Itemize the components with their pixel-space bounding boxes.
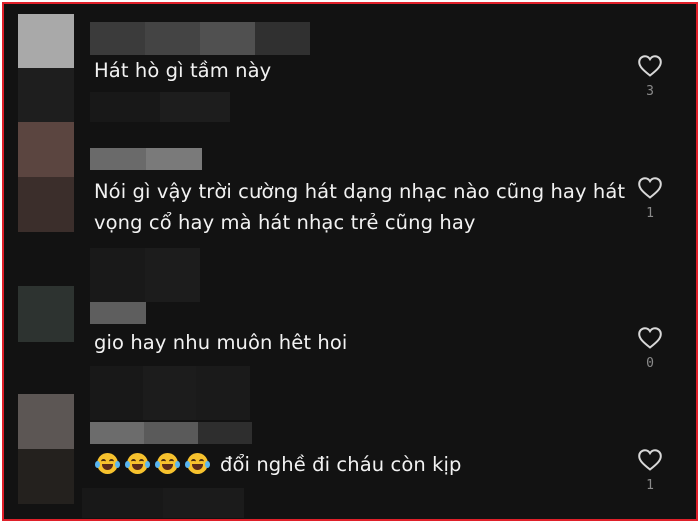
heart-outline-icon [638,55,662,77]
comment-text: đổi nghề đi cháu còn kịp [220,453,462,476]
comments-panel: Hát hò gì tầm này 3 Nói gì vậy trời cườn… [2,2,698,521]
comment-text-line2: vọng cổ hay mà hát nhạc trẻ cũng hay [94,211,476,234]
like-count: 1 [646,206,654,221]
username-blurred[interactable] [90,22,310,55]
username-blurred[interactable] [90,422,252,444]
like-count: 0 [646,356,654,371]
laughing-tears-emoji-icon [95,453,120,474]
heart-outline-icon [638,449,662,471]
like-count: 3 [646,84,654,99]
username-blurred[interactable] [90,148,202,170]
avatar-blurred[interactable] [18,14,74,124]
comment-text-with-emojis: đổi nghề đi cháu còn kịp [95,450,462,480]
like-button[interactable]: 1 [630,448,670,493]
laughing-tears-emoji-icon [185,453,210,474]
laughing-tears-emoji-icon [155,453,180,474]
reply-info-blurred [82,488,244,518]
comment-text-line1: Nói gì vậy trời cường hát dạng nhạc nào … [94,180,626,203]
comment-text: Hát hò gì tầm này [94,59,272,82]
avatar-blurred[interactable] [18,286,74,342]
reply-info-blurred [90,366,250,420]
heart-outline-icon [638,327,662,349]
avatar-blurred[interactable] [18,122,74,232]
like-button[interactable]: 3 [630,54,670,99]
like-count: 1 [646,478,654,493]
laughing-tears-emoji-icon [125,453,150,474]
comment-text: gio hay nhu muôn hêt hoi [94,331,348,354]
heart-outline-icon [638,177,662,199]
reply-info-blurred [90,92,230,122]
like-button[interactable]: 0 [630,326,670,371]
username-blurred[interactable] [90,302,146,324]
reply-info-blurred [90,248,200,302]
like-button[interactable]: 1 [630,176,670,221]
avatar-blurred[interactable] [18,394,74,504]
